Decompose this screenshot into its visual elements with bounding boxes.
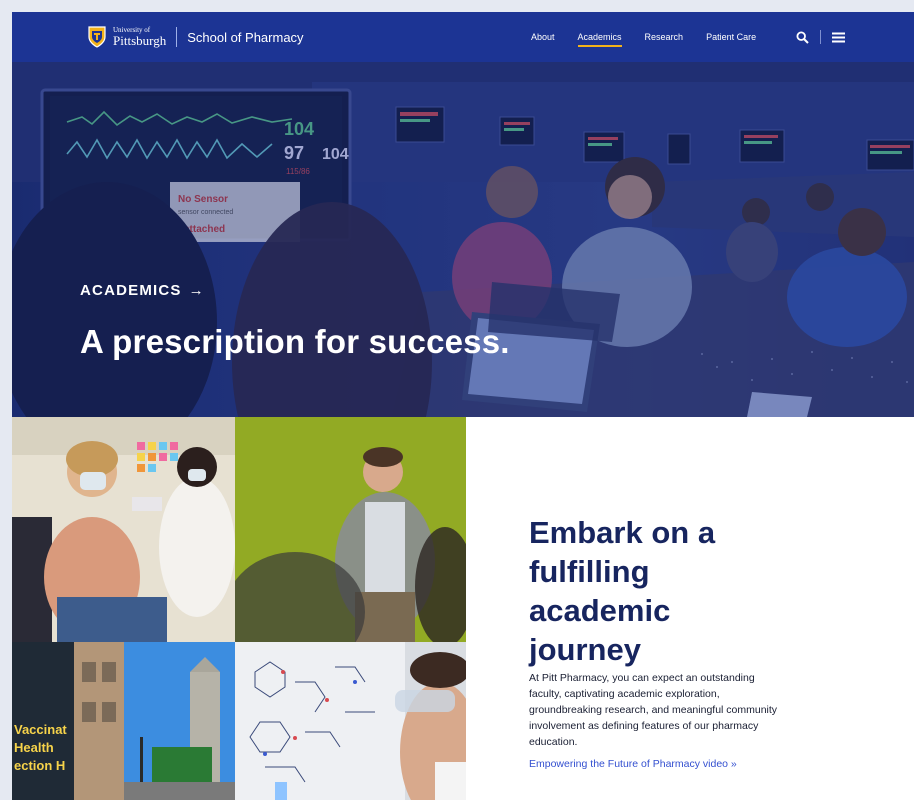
school-name: School of Pharmacy: [187, 29, 304, 45]
photo-campus-street: Vaccinat Health ection H: [12, 642, 235, 800]
photo-vaccination: [12, 417, 235, 642]
video-link[interactable]: Empowering the Future of Pharmacy video …: [529, 758, 737, 770]
tools-divider: [820, 30, 821, 44]
nav-research[interactable]: Research: [645, 32, 684, 42]
section-title: Embark on a fulfilling academic journey: [529, 515, 716, 667]
brand-logo[interactable]: University of Pittsburgh School of Pharm…: [87, 25, 304, 49]
brand-divider: [176, 27, 178, 47]
hero-banner: 104 97 104 115/86 No Sensor sensor conne…: [12, 62, 914, 417]
university-name: Pittsburgh: [113, 33, 167, 48]
photo-presenter: [235, 417, 466, 642]
academics-intro: Embark on a fulfilling academic journey …: [466, 417, 914, 800]
arrow-right-icon: →: [188, 282, 205, 299]
hero-eyebrow-link[interactable]: ACADEMICS →: [80, 282, 510, 299]
hero-photo-classroom: 104 97 104 115/86 No Sensor sensor conne…: [12, 62, 914, 417]
photo-lab: [235, 642, 466, 800]
section-body: At Pitt Pharmacy, you can expect an outs…: [529, 672, 778, 748]
sign-line-2: Health: [14, 740, 54, 755]
nav-academics[interactable]: Academics: [577, 32, 622, 47]
menu-icon[interactable]: [832, 32, 845, 43]
nav-patient-care[interactable]: Patient Care: [706, 32, 756, 42]
nav-about[interactable]: About: [531, 32, 555, 42]
header-tools: [796, 12, 845, 62]
search-icon[interactable]: [796, 30, 809, 44]
university-wordmark: University of Pittsburgh: [113, 27, 167, 48]
hero-headline: A prescription for success.: [80, 323, 510, 360]
hero-text: ACADEMICS → A prescription for success.: [80, 282, 510, 361]
hero-eyebrow: ACADEMICS: [80, 282, 182, 299]
shield-icon: [88, 26, 106, 48]
photo-grid: Vaccinat Health ection H: [12, 417, 466, 800]
site-header: University of Pittsburgh School of Pharm…: [12, 12, 914, 62]
sign-line-1: Vaccinat: [14, 722, 67, 737]
main-nav: About Academics Research Patient Care: [531, 12, 779, 62]
sign-line-3: ection H: [14, 758, 65, 773]
page: University of Pittsburgh School of Pharm…: [12, 12, 914, 800]
